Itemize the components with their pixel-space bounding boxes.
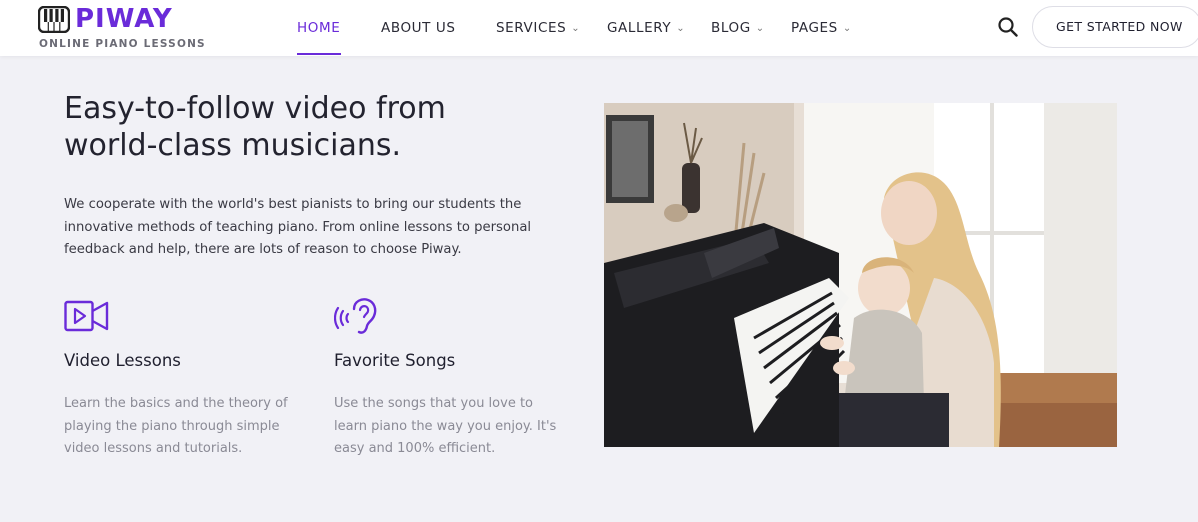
nav-blog-label: BLOG <box>711 20 751 36</box>
site-header: PIWAY ONLINE PIANO LESSONS HOME ABOUT US… <box>0 0 1198 56</box>
nav-pages-label: PAGES <box>791 20 838 36</box>
feature-title: Favorite Songs <box>334 351 456 370</box>
search-icon[interactable] <box>996 15 1020 39</box>
nav-home[interactable]: HOME <box>297 18 340 38</box>
nav-about-us[interactable]: ABOUT US <box>381 18 456 38</box>
hero-intro: We cooperate with the world's best piani… <box>64 197 532 257</box>
feature-title: Video Lessons <box>64 351 181 370</box>
hero-headline: Easy-to-follow video from world-class mu… <box>64 90 564 164</box>
nav-pages[interactable]: PAGES ⌄ <box>791 18 852 38</box>
feature-description: Use the songs that you love to learn pia… <box>334 396 557 456</box>
hero-headline-line1: Easy-to-follow video from <box>64 91 446 126</box>
piano-lesson-image <box>604 103 1117 447</box>
nav-services-label: SERVICES <box>496 20 567 36</box>
nav-gallery[interactable]: GALLERY ⌄ <box>607 18 685 38</box>
get-started-button[interactable]: GET STARTED NOW <box>1032 6 1198 48</box>
brand-name: PIWAY <box>75 4 173 34</box>
nav-active-indicator <box>297 53 341 55</box>
ear-hearing-icon <box>333 298 377 334</box>
feature-description: Learn the basics and the theory of playi… <box>64 396 288 456</box>
feature-video-lessons: Video Lessons Learn the basics and the t… <box>64 296 324 456</box>
nav-gallery-label: GALLERY <box>607 20 672 36</box>
piano-keys-icon <box>38 6 70 33</box>
nav-blog[interactable]: BLOG ⌄ <box>711 18 765 38</box>
nav-services[interactable]: SERVICES ⌄ <box>496 18 580 38</box>
chevron-down-icon: ⌄ <box>676 23 686 34</box>
hero-headline-line2: world-class musicians. <box>64 128 402 163</box>
chevron-down-icon: ⌄ <box>571 23 581 34</box>
feature-favorite-songs: Favorite Songs Use the songs that you lo… <box>333 296 594 456</box>
video-camera-icon <box>64 300 109 332</box>
brand-logo[interactable]: PIWAY ONLINE PIANO LESSONS <box>38 4 208 52</box>
brand-tagline: ONLINE PIANO LESSONS <box>39 38 206 50</box>
chevron-down-icon: ⌄ <box>842 23 852 34</box>
chevron-down-icon: ⌄ <box>755 23 765 34</box>
hero-photo <box>604 103 1117 447</box>
